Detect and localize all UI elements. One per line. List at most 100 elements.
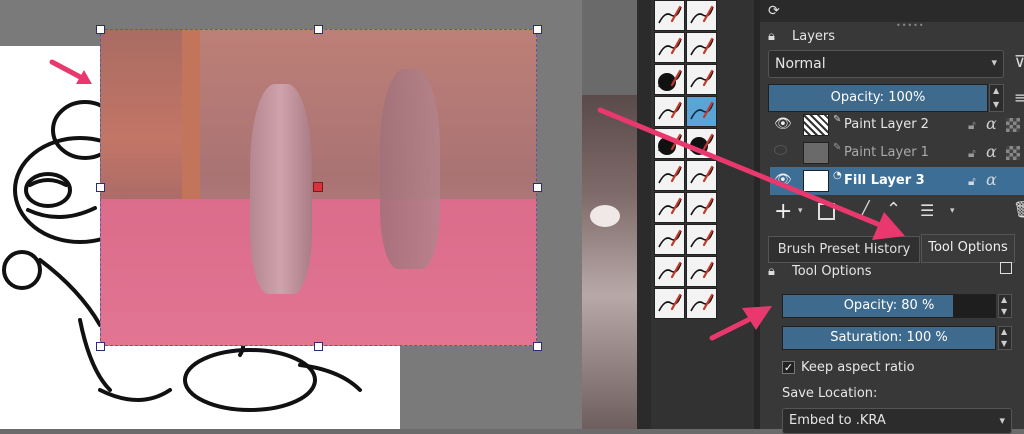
brush-preset-19[interactable] xyxy=(654,288,685,319)
brush-stroke-icon xyxy=(690,229,714,248)
lock-docker-icon[interactable]: 🔒︎ xyxy=(768,29,775,44)
transform-handle-top-right[interactable] xyxy=(533,25,542,34)
brush-stroke-icon xyxy=(658,37,682,56)
delete-layer-icon[interactable]: 🗑︎ xyxy=(1013,200,1024,219)
layer-opacity-slider[interactable]: Opacity: 100% xyxy=(768,84,988,112)
brush-preset-4[interactable] xyxy=(686,32,717,63)
copy-layer-icon[interactable] xyxy=(818,203,835,220)
brush-stroke-icon xyxy=(658,69,682,91)
drag-grip-icon[interactable]: ••••• xyxy=(876,228,902,236)
transform-handle-bottom-left[interactable] xyxy=(96,342,105,351)
spin-down-icon[interactable]: ▼ xyxy=(1001,307,1007,316)
tab-brush-preset-history[interactable]: Brush Preset History xyxy=(768,236,920,263)
transform-handle-bottom-center[interactable] xyxy=(314,342,323,351)
secondary-canvas-view[interactable] xyxy=(582,95,637,429)
layer-name[interactable]: Paint Layer 2 xyxy=(844,117,929,132)
brush-preset-1[interactable] xyxy=(654,0,685,31)
brush-preset-8[interactable] xyxy=(686,96,717,127)
keep-aspect-checkbox[interactable]: ✓ xyxy=(782,361,795,374)
spin-down-icon[interactable]: ▼ xyxy=(993,100,999,109)
brush-stroke-icon xyxy=(690,197,714,216)
brush-preset-20[interactable] xyxy=(686,288,717,319)
blend-mode-dropdown[interactable]: Normal ▾ xyxy=(768,50,1004,78)
filter-icon[interactable]: ⊽ xyxy=(1014,52,1024,71)
brush-preset-2[interactable] xyxy=(686,0,717,31)
spin-up-icon[interactable]: ▲ xyxy=(993,86,999,95)
brush-preset-3[interactable] xyxy=(654,32,685,63)
menu-icon[interactable]: ≡ xyxy=(1014,88,1024,107)
brush-stroke-icon xyxy=(690,261,714,280)
brush-preset-16[interactable] xyxy=(686,224,717,255)
brush-preset-6[interactable] xyxy=(686,64,717,95)
float-docker-icon[interactable] xyxy=(1000,262,1012,274)
brush-preset-12[interactable] xyxy=(686,160,717,191)
panel-divider[interactable] xyxy=(637,0,651,429)
keep-aspect-label: Keep aspect ratio xyxy=(801,360,915,375)
brush-stroke-icon xyxy=(690,293,714,312)
layer-row-paint-layer-1[interactable]: ✎ Paint Layer 1 🔓︎ α xyxy=(770,139,1024,167)
lock-icon[interactable]: 🔓︎ xyxy=(968,146,976,161)
brush-stroke-icon xyxy=(690,165,714,184)
save-location-dropdown[interactable]: Embed to .KRA ▾ xyxy=(782,408,1012,434)
tool-saturation-slider[interactable]: Saturation: 100 % xyxy=(782,326,996,350)
drag-grip-icon[interactable]: ••••• xyxy=(896,21,925,30)
brush-stroke-icon xyxy=(658,5,682,24)
brush-stroke-icon xyxy=(690,5,714,24)
transparency-icon[interactable] xyxy=(1006,146,1020,160)
brush-preset-7[interactable] xyxy=(654,96,685,127)
alpha-lock-icon[interactable]: α xyxy=(986,114,997,133)
brush-preset-14[interactable] xyxy=(686,192,717,223)
brush-preset-9[interactable] xyxy=(654,128,685,159)
brush-preset-11[interactable] xyxy=(654,160,685,191)
transform-center-handle[interactable] xyxy=(313,182,323,192)
brush-preset-5[interactable] xyxy=(654,64,685,95)
brush-preset-18[interactable] xyxy=(686,256,717,287)
transform-handle-top-left[interactable] xyxy=(96,25,105,34)
layer-name[interactable]: Fill Layer 3 xyxy=(844,173,925,188)
spin-up-icon[interactable]: ▲ xyxy=(1001,295,1007,304)
tool-saturation-spinner[interactable]: ▲ ▼ xyxy=(998,326,1012,350)
lock-docker-icon[interactable]: 🔒︎ xyxy=(768,264,775,279)
layer-name[interactable]: Paint Layer 1 xyxy=(844,145,929,160)
brush-stroke-icon xyxy=(658,229,682,248)
chevron-down-icon: ▾ xyxy=(991,56,997,69)
layer-row-fill-layer-3[interactable]: 👁︎ ◔ Fill Layer 3 🔓︎ α xyxy=(770,167,1024,195)
tool-options-title: Tool Options xyxy=(792,264,872,279)
transform-handle-top-center[interactable] xyxy=(314,25,323,34)
edit-icon[interactable]: ╱ xyxy=(860,200,870,219)
layer-row-paint-layer-2[interactable]: 👁︎ ✎ Paint Layer 2 🔓︎ α xyxy=(770,111,1024,139)
tab-tool-options[interactable]: Tool Options xyxy=(921,234,1015,263)
layer-opacity-spinner[interactable]: ▲ ▼ xyxy=(989,84,1004,112)
secondary-canvas-bg xyxy=(582,0,637,95)
alpha-lock-icon[interactable]: α xyxy=(986,170,997,189)
lock-icon[interactable]: 🔓︎ xyxy=(968,174,976,189)
brush-preset-13[interactable] xyxy=(654,192,685,223)
eye-visible-icon[interactable]: 👁︎ xyxy=(774,172,792,188)
move-layer-up-icon[interactable]: ⌃ xyxy=(886,199,901,220)
brush-preset-15[interactable] xyxy=(654,224,685,255)
eye-visible-icon[interactable]: 👁︎ xyxy=(774,116,792,132)
alpha-lock-icon[interactable]: α xyxy=(986,142,997,161)
brush-preset-17[interactable] xyxy=(654,256,685,287)
brush-preset-10[interactable] xyxy=(686,128,717,159)
brush-stroke-icon xyxy=(658,133,682,155)
brush-stroke-icon xyxy=(690,133,714,155)
transform-handle-middle-left[interactable] xyxy=(96,183,105,192)
add-layer-icon[interactable]: + xyxy=(774,199,792,224)
eye-hidden-icon[interactable] xyxy=(774,145,787,155)
tool-opacity-spinner[interactable]: ▲ ▼ xyxy=(998,294,1012,318)
transform-handle-middle-right[interactable] xyxy=(533,183,542,192)
transparency-icon[interactable] xyxy=(1006,118,1020,132)
transform-handle-bottom-right[interactable] xyxy=(533,342,542,351)
chevron-down-icon[interactable]: ▾ xyxy=(798,206,803,216)
spin-up-icon[interactable]: ▲ xyxy=(1001,327,1007,336)
chevron-down-icon[interactable]: ▾ xyxy=(950,206,955,216)
lock-icon[interactable]: 🔓︎ xyxy=(968,118,976,133)
layer-properties-icon[interactable]: ☰ xyxy=(920,201,934,220)
refresh-icon[interactable]: ⟳ xyxy=(768,3,780,19)
brush-stroke-icon xyxy=(690,69,714,88)
brush-presets-panel xyxy=(651,0,754,429)
brush-stroke-icon xyxy=(658,261,682,280)
spin-down-icon[interactable]: ▼ xyxy=(1001,339,1007,348)
paint-layer-icon: ✎ xyxy=(833,114,842,125)
